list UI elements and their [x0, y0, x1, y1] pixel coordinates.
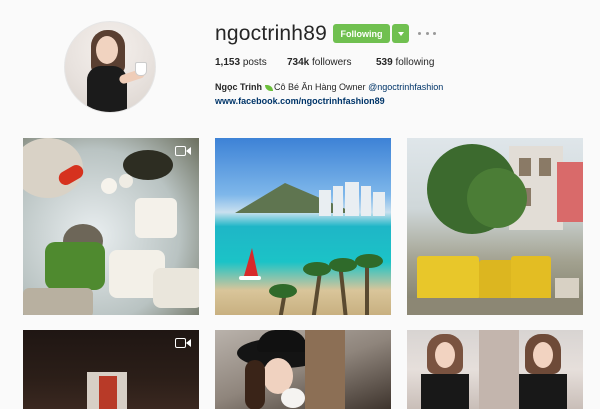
post-tile-hotpot[interactable]	[23, 138, 199, 315]
post-tile-beach[interactable]	[215, 138, 391, 315]
followers-stat[interactable]: 734k followers	[287, 57, 352, 68]
video-camera-icon	[175, 145, 191, 157]
post-tile-hat-portrait[interactable]	[215, 330, 391, 409]
chevron-down-icon	[397, 31, 404, 36]
post-tile-dress-portraits[interactable]	[407, 330, 583, 409]
avatar-dress	[87, 66, 127, 112]
sailboat-shape	[244, 248, 258, 276]
website-link[interactable]: www.facebook.com/ngoctrinhfashion89	[215, 96, 385, 106]
bio-name: Ngọc Trinh	[215, 82, 262, 92]
posts-label: posts	[242, 57, 267, 68]
followers-label: followers	[312, 57, 352, 68]
bio-mention-link[interactable]: @ngoctrinhfashion	[368, 82, 443, 92]
more-dot-icon	[425, 31, 429, 35]
following-count: 539	[376, 57, 393, 68]
follow-dropdown-button[interactable]	[392, 24, 409, 43]
avatar-cup	[135, 62, 147, 76]
following-label: following	[395, 57, 435, 68]
posts-stat: 1,153 posts	[215, 57, 267, 68]
more-options-button[interactable]	[418, 29, 436, 37]
posts-count: 1,153	[215, 57, 241, 68]
following-stat[interactable]: 539 following	[376, 57, 434, 68]
more-dot-icon	[433, 31, 436, 35]
profile-avatar[interactable]	[64, 21, 156, 113]
bio-text: Cô Bé Ăn Hàng Owner	[274, 82, 369, 92]
profile-bio: Ngọc Trinh Cô Bé Ăn Hàng Owner @ngoctrinh…	[215, 82, 443, 92]
post-tile-dark-portrait[interactable]	[23, 330, 199, 409]
followers-count: 734k	[287, 57, 310, 68]
post-tile-street[interactable]	[407, 138, 583, 315]
more-dot-icon	[418, 31, 421, 35]
leaf-icon	[265, 84, 273, 91]
profile-username: ngoctrinh89	[215, 22, 327, 45]
following-button[interactable]: Following	[333, 24, 390, 43]
video-camera-icon	[175, 337, 191, 349]
avatar-face	[96, 36, 118, 64]
